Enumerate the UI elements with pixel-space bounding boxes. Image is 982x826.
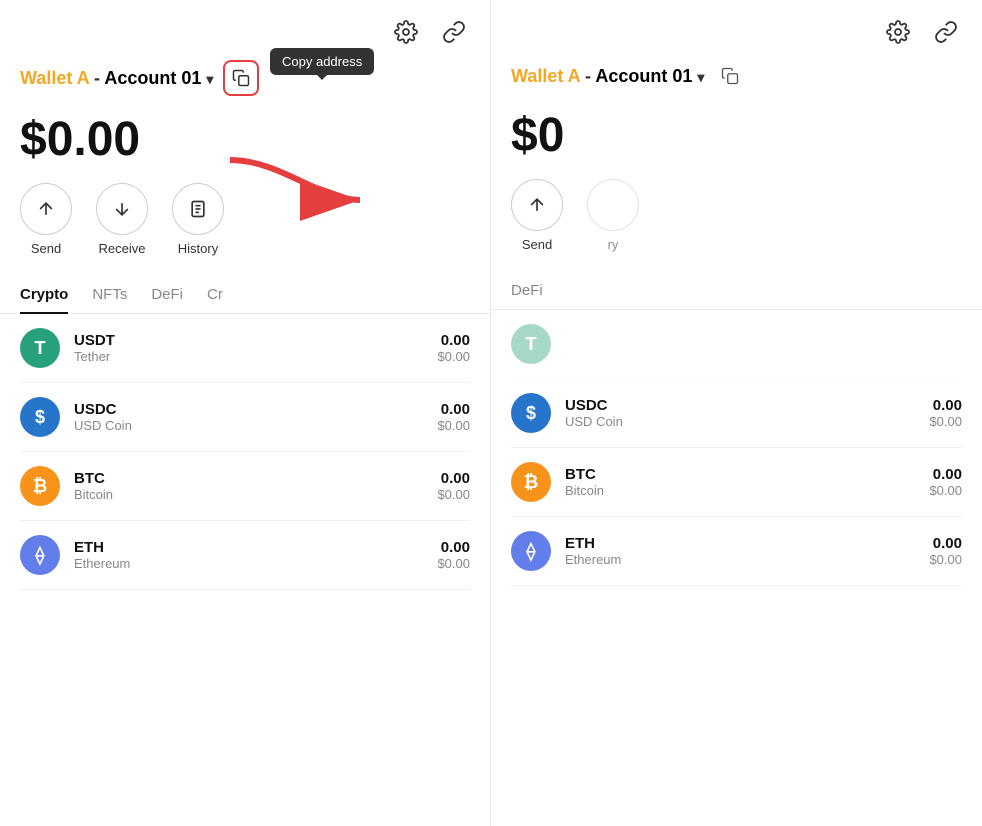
btc-icon: ₿ (20, 466, 60, 506)
usdc-symbol: USDC (74, 401, 423, 418)
left-wallet-header: Copy address Wallet A - Account 01 ▾ (0, 56, 490, 104)
tab-defi-right[interactable]: DeFi (511, 272, 543, 309)
list-item[interactable]: $ USDC USD Coin 0.00 $0.00 (511, 379, 962, 448)
eth-value: 0.00 (437, 539, 470, 556)
usdc-info: USDC USD Coin (74, 401, 423, 433)
send-button-right[interactable]: Send (511, 179, 563, 252)
send-circle (20, 183, 72, 235)
usdc-name: USD Coin (74, 418, 423, 433)
eth-icon-right: ⟠ (511, 531, 551, 571)
right-panel: Wallet A - Account 01 ▾ $0 Send (491, 0, 982, 826)
send-label-right: Send (522, 237, 552, 252)
eth-amount: 0.00 $0.00 (437, 539, 470, 571)
list-item[interactable]: ⟠ ETH Ethereum 0.00 $0.00 (20, 521, 470, 590)
left-balance: $0.00 (0, 104, 490, 183)
usdc-amount: 0.00 $0.00 (437, 401, 470, 433)
right-tabs: DeFi (491, 272, 982, 310)
tab-crypto[interactable]: Crypto (20, 276, 68, 313)
btc-fiat: $0.00 (437, 487, 470, 502)
ry-button-right[interactable]: ry (587, 179, 639, 252)
eth-symbol: ETH (74, 539, 423, 556)
btc-info: BTC Bitcoin (74, 470, 423, 502)
left-top-bar (0, 0, 490, 56)
usdt-name: Tether (74, 349, 423, 364)
left-panel: Copy address Wallet A - Account 01 ▾ $0.… (0, 0, 491, 826)
left-action-row: Send Receive History (0, 183, 490, 276)
right-crypto-list: T $ USDC USD Coin 0.00 $0.00 ₿ BTC Bitco… (491, 310, 982, 826)
usdc-value: 0.00 (437, 401, 470, 418)
usdt-info: USDT Tether (74, 332, 423, 364)
receive-button[interactable]: Receive (96, 183, 148, 256)
wallet-title-left: Wallet A - Account 01 ▾ (20, 68, 213, 89)
ry-circle-right (587, 179, 639, 231)
receive-label: Receive (99, 241, 146, 256)
tab-defi[interactable]: DeFi (151, 276, 183, 313)
btc-name: Bitcoin (74, 487, 423, 502)
usdt-symbol: USDT (74, 332, 423, 349)
list-item[interactable]: T USDT Tether 0.00 $0.00 (20, 314, 470, 383)
right-top-bar (491, 0, 982, 56)
copy-button-right[interactable] (714, 60, 746, 92)
btc-amount: 0.00 $0.00 (437, 470, 470, 502)
usdt-value: 0.00 (437, 332, 470, 349)
left-tabs: Crypto NFTs DeFi Cr (0, 276, 490, 314)
usdc-amount-right: 0.00 $0.00 (929, 397, 962, 429)
usdt-icon: T (20, 328, 60, 368)
usdc-fiat: $0.00 (437, 418, 470, 433)
usdc-icon: $ (20, 397, 60, 437)
wallet-brand-left: Wallet A - Account 01 ▾ (20, 68, 213, 88)
eth-amount-right: 0.00 $0.00 (929, 535, 962, 567)
link-icon-right[interactable] (930, 16, 962, 48)
btc-symbol: BTC (74, 470, 423, 487)
settings-icon-right[interactable] (882, 16, 914, 48)
copy-address-tooltip: Copy address (270, 48, 374, 75)
eth-name: Ethereum (74, 556, 423, 571)
receive-circle (96, 183, 148, 235)
right-action-row: Send ry (491, 179, 982, 272)
usdc-symbol-right: USDC (565, 397, 915, 414)
right-wallet-header: Wallet A - Account 01 ▾ (491, 56, 982, 100)
copy-address-button[interactable] (223, 60, 259, 96)
wallet-title-right: Wallet A - Account 01 ▾ (511, 66, 704, 87)
link-icon[interactable] (438, 16, 470, 48)
usdc-name-right: USD Coin (565, 414, 915, 429)
btc-info-right: BTC Bitcoin (565, 466, 915, 498)
usdt-icon-right: T (511, 324, 551, 364)
usdt-amount: 0.00 $0.00 (437, 332, 470, 364)
send-label: Send (31, 241, 61, 256)
send-circle-right (511, 179, 563, 231)
list-item[interactable]: ₿ BTC Bitcoin 0.00 $0.00 (511, 448, 962, 517)
ry-label-right: ry (608, 237, 619, 252)
eth-fiat: $0.00 (437, 556, 470, 571)
usdt-fiat: $0.00 (437, 349, 470, 364)
list-item[interactable]: $ USDC USD Coin 0.00 $0.00 (20, 383, 470, 452)
list-item[interactable]: T (511, 310, 962, 379)
eth-info: ETH Ethereum (74, 539, 423, 571)
btc-value: 0.00 (437, 470, 470, 487)
send-button[interactable]: Send (20, 183, 72, 256)
list-item[interactable]: ⟠ ETH Ethereum 0.00 $0.00 (511, 517, 962, 586)
history-circle (172, 183, 224, 235)
eth-icon: ⟠ (20, 535, 60, 575)
settings-icon[interactable] (390, 16, 422, 48)
list-item[interactable]: ₿ BTC Bitcoin 0.00 $0.00 (20, 452, 470, 521)
tab-nfts[interactable]: NFTs (92, 276, 127, 313)
tab-cr[interactable]: Cr (207, 276, 223, 313)
left-crypto-list: T USDT Tether 0.00 $0.00 $ USDC USD Coin… (0, 314, 490, 826)
eth-info-right: ETH Ethereum (565, 535, 915, 567)
right-balance: $0 (491, 100, 982, 179)
usdc-icon-right: $ (511, 393, 551, 433)
btc-amount-right: 0.00 $0.00 (929, 466, 962, 498)
usdc-info-right: USDC USD Coin (565, 397, 915, 429)
history-button[interactable]: History (172, 183, 224, 256)
btc-icon-right: ₿ (511, 462, 551, 502)
history-label: History (178, 241, 218, 256)
